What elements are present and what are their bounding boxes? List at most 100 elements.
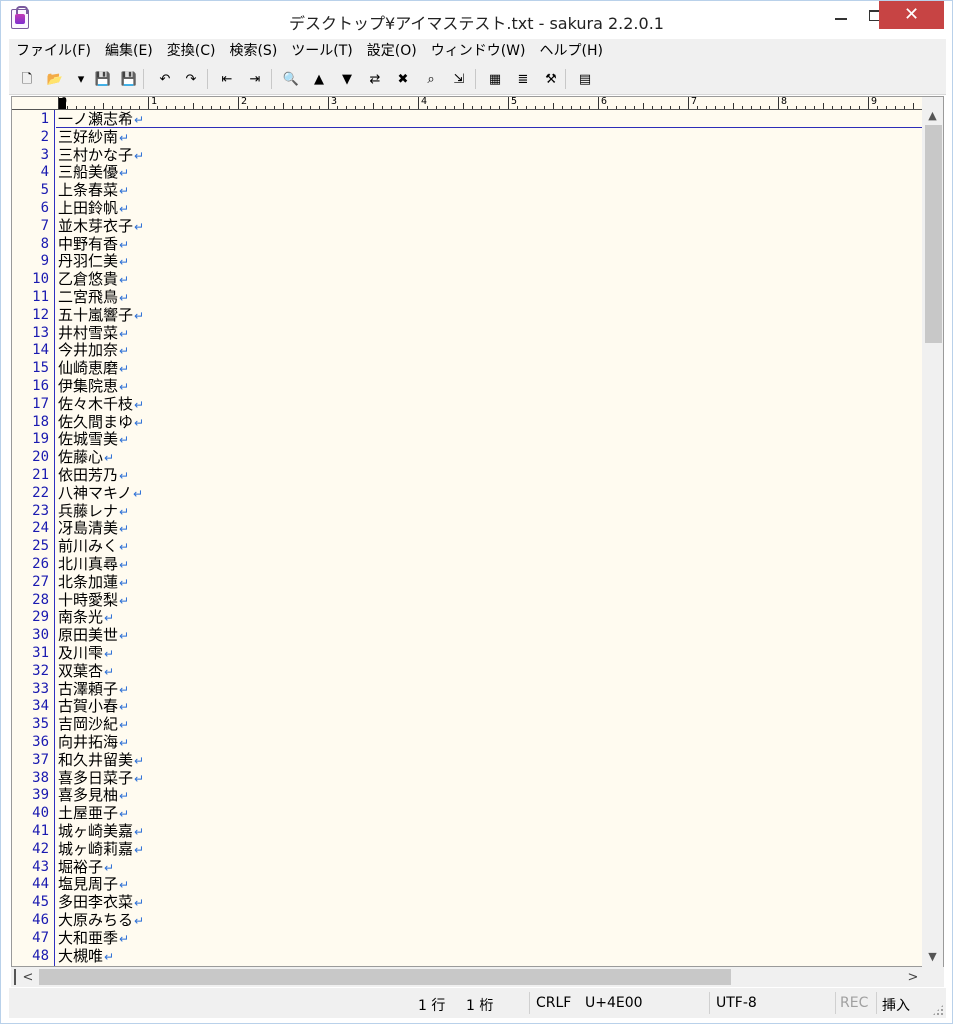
grep-icon[interactable]: ⌕ (421, 69, 441, 89)
line-number[interactable]: 2 (12, 129, 49, 147)
line-number[interactable]: 18 (12, 414, 49, 432)
status-insert-mode[interactable]: 挿入 (882, 995, 910, 1015)
text-line[interactable]: 上田鈴帆↵ (58, 199, 129, 218)
text-line[interactable]: 伊集院恵↵ (58, 377, 129, 396)
ruler[interactable]: 0 1 2 3 4 5 6 7 8 9 (12, 97, 923, 110)
text-line[interactable]: 向井拓海↵ (58, 733, 129, 752)
text-line[interactable]: 大原みちる↵ (58, 911, 144, 930)
text-line[interactable]: 吉岡沙紀↵ (58, 715, 129, 734)
line-number[interactable]: 14 (12, 342, 49, 360)
text-line[interactable]: 依田芳乃↵ (58, 466, 129, 485)
menu-item[interactable]: ファイル(F) (9, 39, 98, 63)
menu-item[interactable]: 変換(C) (160, 39, 223, 63)
text-line[interactable]: 佐々木千枝↵ (58, 395, 144, 414)
text-line[interactable]: 北条加蓮↵ (58, 573, 129, 592)
text-line[interactable]: 佐城雪美↵ (58, 430, 129, 449)
text-line[interactable]: 北川真尋↵ (58, 555, 129, 574)
jump-back-icon[interactable]: ⇤ (217, 69, 237, 89)
menu-item[interactable]: 編集(E) (98, 39, 160, 63)
line-number[interactable]: 8 (12, 236, 49, 254)
search-next-icon[interactable]: ▼ (337, 69, 357, 89)
text-line[interactable]: 二宮飛鳥↵ (58, 288, 129, 307)
line-number[interactable]: 37 (12, 752, 49, 770)
line-number[interactable]: 4 (12, 164, 49, 182)
line-number-gutter[interactable]: 1 2 3 4 5 6 7 8 9 10 11 12 13 14 15 16 17 18 19 20 21 22 23 24 2… (12, 110, 55, 966)
text-line[interactable]: 原田美世↵ (58, 626, 129, 645)
close-button[interactable]: ✕ (879, 1, 944, 29)
text-line[interactable]: 八神マキノ↵ (58, 484, 143, 503)
line-number[interactable]: 35 (12, 716, 49, 734)
settings-icon[interactable]: ▤ (575, 69, 595, 89)
scroll-up-button[interactable]: ▲ (922, 107, 943, 124)
line-number[interactable]: 26 (12, 556, 49, 574)
line-number[interactable]: 46 (12, 912, 49, 930)
line-number[interactable]: 24 (12, 520, 49, 538)
line-number[interactable]: 31 (12, 645, 49, 663)
line-number[interactable]: 15 (12, 360, 49, 378)
text-line[interactable]: 双葉杏↵ (58, 662, 114, 681)
text-line[interactable]: 和久井留美↵ (58, 751, 144, 770)
line-number[interactable]: 44 (12, 876, 49, 894)
line-number[interactable]: 9 (12, 253, 49, 271)
text-line[interactable]: 三船美優↵ (58, 163, 129, 182)
text-line[interactable]: 十時愛梨↵ (58, 591, 129, 610)
minimize-button[interactable] (823, 1, 858, 29)
status-eol[interactable]: CRLF (536, 995, 571, 1011)
line-number[interactable]: 30 (12, 627, 49, 645)
text-line[interactable]: 上条春菜↵ (58, 181, 129, 200)
text-line[interactable]: 佐藤心↵ (58, 448, 114, 467)
text-line[interactable]: 古澤頼子↵ (58, 680, 129, 699)
text-line[interactable]: 堀裕子↵ (58, 858, 114, 877)
line-number[interactable]: 32 (12, 663, 49, 681)
text-line[interactable]: 佐久間まゆ↵ (58, 413, 144, 432)
line-number[interactable]: 7 (12, 218, 49, 236)
line-number[interactable]: 43 (12, 859, 49, 877)
status-encoding[interactable]: UTF-8 (716, 995, 757, 1011)
horizontal-scrollbar[interactable]: < > (11, 967, 944, 987)
horizontal-scroll-thumb[interactable] (39, 969, 731, 985)
title-bar[interactable]: デスクトップ¥アイマステスト.txt - sakura 2.2.0.1 ✕ (1, 1, 952, 39)
line-number[interactable]: 36 (12, 734, 49, 752)
line-number[interactable]: 40 (12, 805, 49, 823)
menu-item[interactable]: ヘルプ(H) (533, 39, 610, 63)
line-number[interactable]: 12 (12, 307, 49, 325)
text-line[interactable]: 城ヶ崎莉嘉↵ (58, 840, 144, 859)
line-number[interactable]: 19 (12, 431, 49, 449)
line-number[interactable]: 17 (12, 396, 49, 414)
line-number[interactable]: 16 (12, 378, 49, 396)
scroll-right-button[interactable]: > (904, 967, 922, 987)
text-line[interactable]: 中野有香↵ (58, 235, 129, 254)
clear-highlight-icon[interactable]: ✖ (393, 69, 413, 89)
line-number[interactable]: 11 (12, 289, 49, 307)
line-number[interactable]: 23 (12, 503, 49, 521)
text-area[interactable]: 一ノ瀬志希↵ 三好紗南↵ 三村かな子↵ 三船美優↵ 上条春菜↵ 上田鈴帆↵ 並木芽衣子↵ 中野… (56, 110, 923, 966)
text-line[interactable]: 喜多日菜子↵ (58, 769, 144, 788)
text-line[interactable]: 前川みく↵ (58, 537, 129, 556)
save-as-icon[interactable]: 💾 (119, 69, 139, 89)
text-line[interactable]: 並木芽衣子↵ (58, 217, 144, 236)
line-number[interactable]: 22 (12, 485, 49, 503)
vertical-scrollbar[interactable]: ▲ ▼ (922, 97, 943, 967)
save-icon[interactable]: 💾 (93, 69, 113, 89)
text-line[interactable]: 大和亜季↵ (58, 929, 129, 948)
text-line[interactable]: 多田李衣菜↵ (58, 893, 144, 912)
menu-item[interactable]: ツール(T) (284, 39, 359, 63)
scroll-left-button[interactable]: < (19, 967, 37, 987)
replace-icon[interactable]: ⇄ (365, 69, 385, 89)
line-number[interactable]: 38 (12, 770, 49, 788)
text-line[interactable]: 南条光↵ (58, 608, 114, 627)
outline-icon[interactable]: ≣ (513, 69, 533, 89)
text-line[interactable]: 仙崎恵磨↵ (58, 359, 129, 378)
text-line[interactable]: 井村雪菜↵ (58, 324, 129, 343)
line-number[interactable]: 10 (12, 271, 49, 289)
jump-forward-icon[interactable]: ⇥ (245, 69, 265, 89)
editor-area[interactable]: 0123456789 1 2 3 4 5 6 7 8 9 10 11 12 13 14 15 16 17 18 19… (11, 96, 944, 967)
line-number[interactable]: 45 (12, 894, 49, 912)
search-icon[interactable]: 🔍 (281, 69, 301, 89)
redo-icon[interactable]: ↷ (181, 69, 201, 89)
line-number[interactable]: 28 (12, 592, 49, 610)
line-number[interactable]: 6 (12, 200, 49, 218)
line-number[interactable]: 33 (12, 681, 49, 699)
menu-item[interactable]: 検索(S) (222, 39, 284, 63)
line-number[interactable]: 41 (12, 823, 49, 841)
